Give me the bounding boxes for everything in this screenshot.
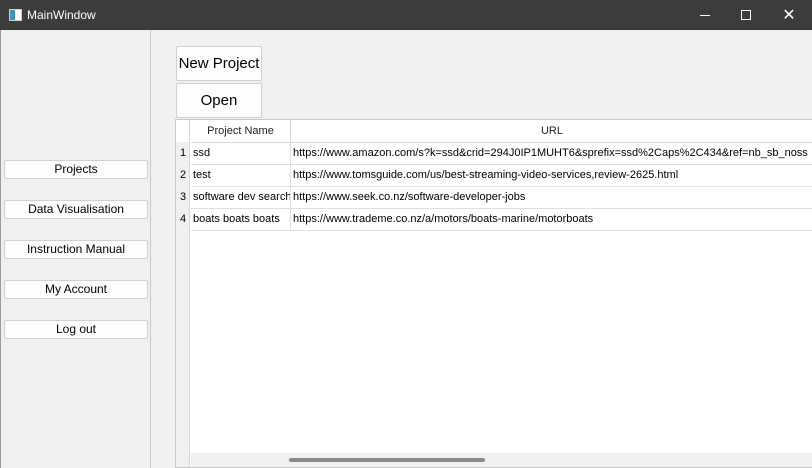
title-bar: MainWindow ✕ [0, 0, 812, 30]
close-button[interactable]: ✕ [766, 0, 812, 30]
table-header: Project Name URL [191, 120, 812, 143]
sidebar-projects-button[interactable]: Projects [4, 160, 148, 179]
maximize-button[interactable] [723, 0, 769, 30]
maximize-icon [741, 10, 751, 20]
row-header[interactable]: 2 [176, 164, 190, 186]
sidebar-my-account-button[interactable]: My Account [4, 280, 148, 299]
column-header-project-name[interactable]: Project Name [191, 120, 291, 142]
row-header[interactable]: 4 [176, 208, 190, 230]
projects-table[interactable]: Project Name URL 1 2 3 4 ssd https://www… [175, 119, 812, 468]
table-row[interactable]: software dev search https://www.seek.co.… [191, 187, 812, 209]
table-row[interactable]: test https://www.tomsguide.com/us/best-s… [191, 165, 812, 187]
horizontal-scrollbar[interactable] [191, 453, 812, 467]
row-header[interactable]: 1 [176, 142, 190, 164]
project-name-cell[interactable]: test [191, 165, 291, 186]
url-cell[interactable]: https://www.amazon.com/s?k=ssd&crid=294J… [291, 143, 812, 164]
close-icon: ✕ [782, 5, 796, 24]
table-row[interactable]: boats boats boats https://www.trademe.co… [191, 209, 812, 231]
project-name-cell[interactable]: boats boats boats [191, 209, 291, 230]
table-corner-button[interactable] [176, 120, 190, 143]
sidebar-divider [150, 30, 151, 468]
sidebar-log-out-button[interactable]: Log out [4, 320, 148, 339]
url-cell[interactable]: https://www.trademe.co.nz/a/motors/boats… [291, 209, 812, 230]
project-name-cell[interactable]: ssd [191, 143, 291, 164]
new-project-button[interactable]: New Project [176, 46, 262, 81]
url-cell[interactable]: https://www.seek.co.nz/software-develope… [291, 187, 812, 208]
app-window-icon [9, 9, 22, 21]
window-frame-left [0, 30, 1, 468]
project-name-cell[interactable]: software dev search [191, 187, 291, 208]
url-cell[interactable]: https://www.tomsguide.com/us/best-stream… [291, 165, 812, 186]
main-window-body: Projects Data Visualisation Instruction … [0, 30, 812, 468]
window-title: MainWindow [27, 8, 96, 22]
minimize-button[interactable] [682, 0, 728, 30]
minimize-icon [700, 14, 710, 16]
row-header-column: 1 2 3 4 [176, 142, 190, 467]
sidebar-instruction-manual-button[interactable]: Instruction Manual [4, 240, 148, 259]
table-row[interactable]: ssd https://www.amazon.com/s?k=ssd&crid=… [191, 143, 812, 165]
column-header-url[interactable]: URL [291, 120, 812, 142]
open-button[interactable]: Open [176, 83, 262, 118]
horizontal-scrollbar-thumb[interactable] [289, 458, 485, 462]
row-header[interactable]: 3 [176, 186, 190, 208]
sidebar-data-visualisation-button[interactable]: Data Visualisation [4, 200, 148, 219]
